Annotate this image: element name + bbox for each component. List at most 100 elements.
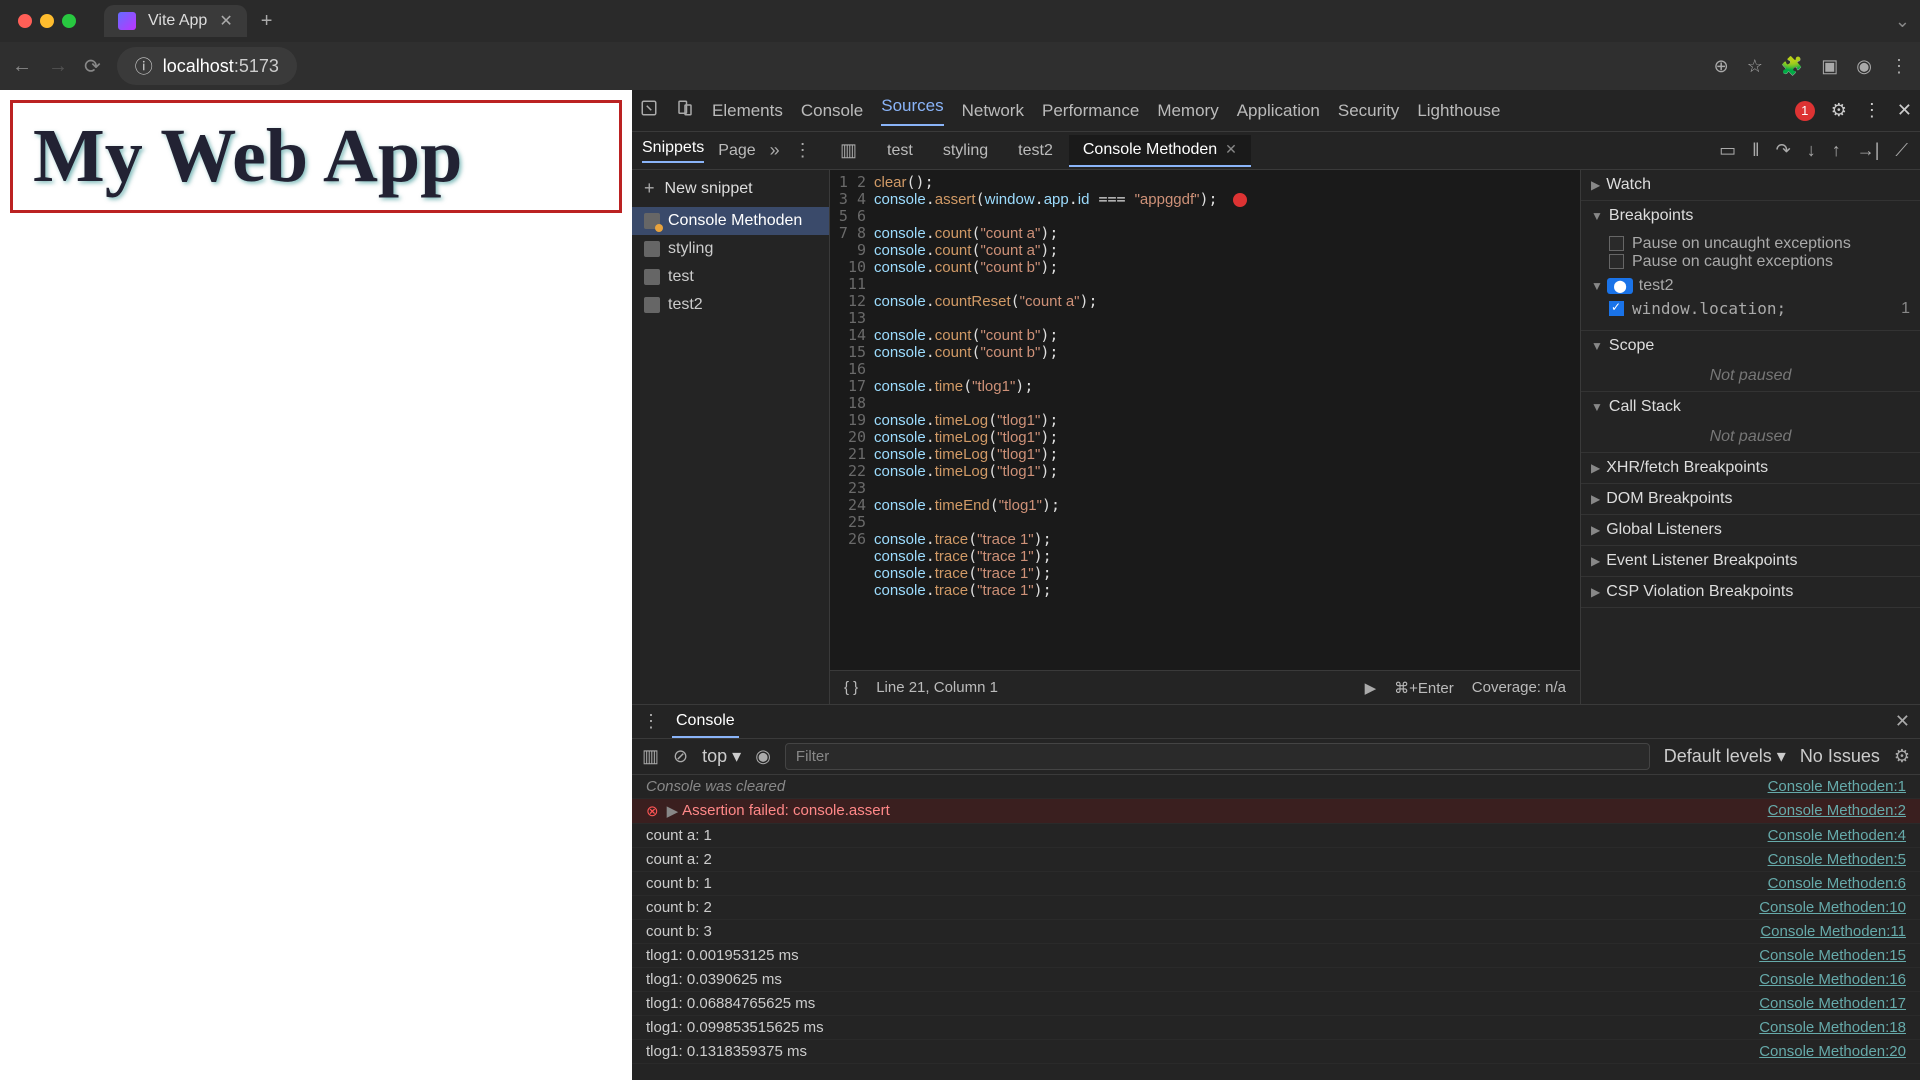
maximize-window-button[interactable] [62,14,76,28]
live-expression-icon[interactable]: ◉ [755,746,771,767]
console-row[interactable]: tlog1: 0.1318359375 msConsole Methoden:2… [632,1040,1920,1064]
minimize-window-button[interactable] [40,14,54,28]
step-icon[interactable]: →| [1857,140,1880,161]
file-tab[interactable]: Console Methoden✕ [1069,135,1251,167]
pause-caught-checkbox[interactable]: Pause on caught exceptions [1609,253,1910,271]
csp-breakpoints-section[interactable]: ▶CSP Violation Breakpoints [1581,577,1920,607]
source-link[interactable]: Console Methoden:5 [1768,851,1906,868]
devtools-tab-memory[interactable]: Memory [1157,101,1218,121]
console-row[interactable]: tlog1: 0.001953125 msConsole Methoden:15 [632,944,1920,968]
step-into-icon[interactable]: ↓ [1807,140,1816,161]
bookmark-icon[interactable]: ☆ [1747,56,1763,77]
devtools-tab-network[interactable]: Network [962,101,1024,121]
source-link[interactable]: Console Methoden:4 [1768,827,1906,844]
pause-uncaught-checkbox[interactable]: Pause on uncaught exceptions [1609,235,1910,253]
watch-section[interactable]: ▶Watch [1581,170,1920,200]
close-file-icon[interactable]: ✕ [1225,141,1237,158]
log-levels-selector[interactable]: Default levels ▾ [1664,746,1786,767]
issues-badge[interactable]: No Issues [1800,746,1880,767]
back-icon[interactable]: ← [12,55,32,78]
close-devtools-icon[interactable]: ✕ [1897,100,1912,121]
settings-icon[interactable]: ⚙ [1831,100,1847,121]
source-link[interactable]: Console Methoden:16 [1759,971,1906,988]
snippet-item[interactable]: styling [632,235,829,263]
devtools-tab-lighthouse[interactable]: Lighthouse [1417,101,1500,121]
devtools-tab-console[interactable]: Console [801,101,863,121]
sidebar-toggle-icon[interactable]: ▥ [642,746,659,767]
source-link[interactable]: Console Methoden:20 [1759,1043,1906,1060]
context-selector[interactable]: top ▾ [702,746,741,767]
close-drawer-icon[interactable]: ✕ [1895,711,1910,732]
dom-breakpoints-section[interactable]: ▶DOM Breakpoints [1581,484,1920,514]
search-icon[interactable]: ⊕ [1714,56,1729,77]
source-link[interactable]: Console Methoden:2 [1768,802,1906,820]
console-row[interactable]: count b: 3Console Methoden:11 [632,920,1920,944]
console-row[interactable]: count a: 1Console Methoden:4 [632,824,1920,848]
more-tabs-icon[interactable]: » [770,140,780,161]
pause-icon[interactable]: ‖ [1752,140,1759,161]
breakpoint-group[interactable]: ▼ ⬤test2 [1591,277,1910,295]
deactivate-breakpoints-icon[interactable]: ⟋ [1895,140,1908,161]
console-filter-input[interactable]: Filter [785,743,1650,770]
more-icon[interactable]: ⋮ [1863,100,1881,121]
source-link[interactable]: Console Methoden:15 [1759,947,1906,964]
device-icon[interactable] [676,99,694,122]
snippet-item[interactable]: test [632,263,829,291]
browser-tab[interactable]: Vite App ✕ [104,5,247,37]
devtools-tab-performance[interactable]: Performance [1042,101,1139,121]
run-snippet-icon[interactable]: ▶ [1365,679,1377,697]
menu-icon[interactable]: ⋮ [1890,56,1908,77]
extensions-icon[interactable]: 🧩 [1781,56,1803,77]
console-row[interactable]: count b: 1Console Methoden:6 [632,872,1920,896]
console-row[interactable]: count a: 2Console Methoden:5 [632,848,1920,872]
run-icon[interactable]: ▭ [1719,140,1736,161]
file-tab[interactable]: test2 [1004,136,1067,166]
callstack-section[interactable]: ▼Call Stack [1581,392,1920,422]
devtools-tab-security[interactable]: Security [1338,101,1399,121]
devtools-tab-application[interactable]: Application [1237,101,1320,121]
console-row[interactable]: tlog1: 0.06884765625 msConsole Methoden:… [632,992,1920,1016]
snippets-tab[interactable]: Snippets [642,139,704,163]
console-row[interactable]: Console was clearedConsole Methoden:1 [632,775,1920,799]
page-tab[interactable]: Page [718,142,755,160]
event-listener-breakpoints-section[interactable]: ▶Event Listener Breakpoints [1581,546,1920,576]
inspect-icon[interactable] [640,99,658,122]
source-link[interactable]: Console Methoden:18 [1759,1019,1906,1036]
toggle-nav-icon[interactable]: ▥ [832,140,865,161]
clear-console-icon[interactable]: ⊘ [673,746,688,767]
snippet-item[interactable]: test2 [632,291,829,319]
code-content[interactable]: clear(); console.assert(window.app.id ==… [874,170,1580,670]
console-settings-icon[interactable]: ⚙ [1894,746,1910,767]
site-info-icon[interactable]: ⓘ [135,53,153,79]
close-window-button[interactable] [18,14,32,28]
source-link[interactable]: Console Methoden:6 [1768,875,1906,892]
source-link[interactable]: Console Methoden:10 [1759,899,1906,916]
drawer-menu-icon[interactable]: ⋮ [642,711,660,732]
console-row[interactable]: tlog1: 0.0390625 msConsole Methoden:16 [632,968,1920,992]
url-input[interactable]: ⓘ localhost:5173 [117,47,297,85]
xhr-breakpoints-section[interactable]: ▶XHR/fetch Breakpoints [1581,453,1920,483]
source-link[interactable]: Console Methoden:1 [1768,778,1906,795]
file-tab[interactable]: test [873,136,927,166]
profile-icon[interactable]: ◉ [1856,56,1872,77]
file-tab[interactable]: styling [929,136,1002,166]
kebab-icon[interactable]: ⋮ [794,140,812,161]
global-listeners-section[interactable]: ▶Global Listeners [1581,515,1920,545]
new-snippet-button[interactable]: + New snippet [632,170,829,207]
code-editor[interactable]: 1 2 3 4 5 6 7 8 9 10 11 12 13 14 15 16 1… [830,170,1580,670]
forward-icon[interactable]: → [48,55,68,78]
console-row[interactable]: tlog1: 0.099853515625 msConsole Methoden… [632,1016,1920,1040]
reload-icon[interactable]: ⟳ [84,54,101,79]
side-panel-icon[interactable]: ▣ [1821,56,1838,77]
console-row[interactable]: count b: 2Console Methoden:10 [632,896,1920,920]
error-count-badge[interactable]: 1 [1795,101,1815,121]
dropdown-icon[interactable]: ⌄ [1895,11,1910,32]
source-link[interactable]: Console Methoden:11 [1760,923,1906,940]
source-link[interactable]: Console Methoden:17 [1759,995,1906,1012]
breakpoints-section[interactable]: ▼Breakpoints [1581,201,1920,231]
scope-section[interactable]: ▼Scope [1581,331,1920,361]
step-over-icon[interactable]: ↷ [1776,140,1791,161]
step-out-icon[interactable]: ↑ [1832,140,1841,161]
breakpoint-item[interactable]: window.location;1 [1609,295,1910,322]
snippet-item[interactable]: Console Methoden [632,207,829,235]
